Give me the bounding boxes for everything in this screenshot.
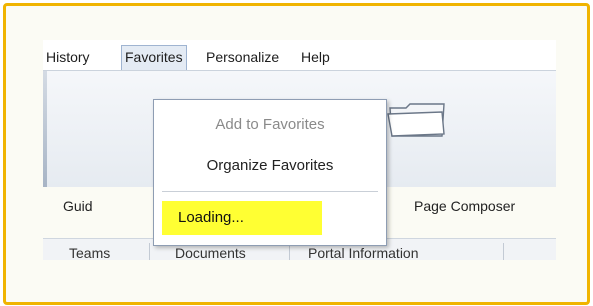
loading-item[interactable]: Loading... — [162, 201, 322, 235]
page-composer-button[interactable]: Page Composer — [414, 198, 515, 214]
favorites-dropdown: Add to Favorites Organize Favorites Load… — [153, 99, 387, 246]
tab-teams[interactable]: Teams — [69, 245, 110, 260]
app-window: History Favorites Personalize Help Guid … — [43, 40, 556, 260]
tab-divider — [149, 243, 150, 260]
folder-icon[interactable] — [386, 100, 448, 143]
menu-bar: History Favorites Personalize Help — [43, 40, 556, 70]
organize-favorites-item[interactable]: Organize Favorites — [154, 157, 386, 174]
menu-history[interactable]: History — [43, 46, 93, 68]
menu-help[interactable]: Help — [298, 46, 333, 68]
add-to-favorites-item[interactable]: Add to Favorites — [154, 116, 386, 133]
guide-button-label[interactable]: Guid — [63, 198, 93, 214]
menu-personalize[interactable]: Personalize — [203, 46, 282, 68]
tab-documents[interactable]: Documents — [175, 245, 246, 260]
tab-portal-information[interactable]: Portal Information — [308, 245, 419, 260]
ribbon-divider — [43, 71, 47, 187]
tab-divider — [503, 243, 504, 260]
menu-separator — [162, 191, 378, 192]
menu-favorites[interactable]: Favorites — [121, 45, 187, 70]
highlight-frame: History Favorites Personalize Help Guid … — [3, 3, 590, 305]
